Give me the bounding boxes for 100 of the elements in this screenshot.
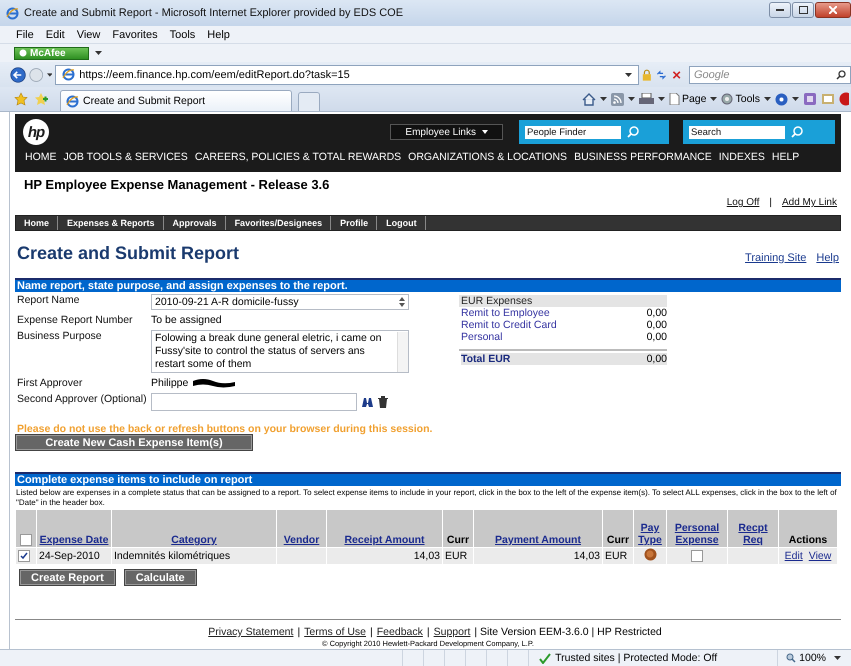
report-name-field[interactable]: 2010-09-21 A-R domicile-fussy [151, 294, 409, 310]
maximize-button[interactable] [792, 2, 814, 18]
minimize-button[interactable] [769, 2, 791, 18]
hp-logo[interactable]: hp [23, 119, 49, 145]
caret-icon [764, 97, 771, 101]
section-header: Complete expense items to include on report [15, 472, 841, 486]
search-icon [836, 70, 846, 80]
action-link[interactable]: Edit [784, 550, 803, 562]
summary-label: Remit to Credit Card [461, 319, 557, 331]
personal-expense-checkbox[interactable] [691, 550, 703, 562]
summary-label: Remit to Employee [461, 307, 550, 319]
table-cell: 14,03 [327, 548, 442, 564]
action-button[interactable]: Calculate [124, 570, 196, 585]
zoom-icon [786, 653, 796, 663]
lock-icon [642, 68, 652, 82]
page-link[interactable]: Help [816, 252, 839, 264]
help-icon[interactable] [775, 92, 788, 106]
footer-text: | [297, 626, 300, 638]
page-menu[interactable]: Page [668, 93, 706, 105]
table-cell: Indemnités kilométriques [112, 548, 276, 564]
close-button[interactable] [815, 2, 851, 18]
menu-item[interactable]: Help [207, 28, 230, 40]
employee-links-dropdown[interactable]: Employee Links [390, 124, 503, 140]
caret-icon [658, 97, 665, 101]
user-link[interactable]: Log Off [726, 197, 760, 211]
caret-icon [600, 97, 607, 101]
binoculars-icon[interactable] [361, 396, 374, 408]
table-cell: EUR [443, 548, 473, 564]
select-all-checkbox[interactable] [20, 534, 32, 546]
footer-link[interactable]: Feedback [376, 626, 423, 638]
menu-item[interactable]: Edit [46, 28, 65, 40]
footer-link[interactable]: Support [434, 626, 470, 638]
total-label: Total EUR [461, 353, 627, 365]
page-link[interactable]: Training Site [745, 252, 806, 264]
separator-text: | [769, 197, 772, 210]
row-checkbox[interactable] [18, 550, 30, 562]
feed-icon[interactable] [610, 92, 624, 106]
browser-icon [66, 94, 79, 108]
page-icon [668, 93, 680, 105]
home-icon[interactable] [582, 92, 596, 106]
search-field[interactable]: Google [689, 66, 851, 84]
security-zone-text: Trusted sites | Protected Mode: Off [555, 652, 718, 664]
caret-icon [834, 656, 841, 660]
field-label: Business Purpose [16, 330, 103, 344]
field-value: To be assigned [151, 314, 223, 326]
instructions-text: Listed below are expenses in a complete status that can be assigned to a report. To select expense items to include in your report, click in the box to the left of the expense item(s). To select ALL expenses, click in the box to the left of "Date" in the header box. [15, 487, 838, 508]
column-header: Curr [446, 534, 470, 546]
warning-text: Please do not use the back or refresh buttons on your browser during this session. [16, 423, 434, 435]
nav-link[interactable]: INDEXES [718, 151, 765, 163]
zoom-control[interactable]: 100% [777, 650, 834, 666]
total-value: 0,00 [626, 353, 667, 365]
favorites-star-icon[interactable] [14, 92, 28, 106]
redaction-mark [192, 378, 236, 388]
footer-text: | [426, 626, 430, 638]
approver-field[interactable] [151, 393, 357, 411]
purpose-field[interactable]: Folowing a break dune general eletric, i came on Fussy'site to control the status of servers ans restart some of them [151, 330, 409, 373]
people-finder-box[interactable]: People Finder [519, 120, 669, 144]
caret-icon [625, 72, 632, 76]
footer-link[interactable]: Terms of Use [304, 626, 366, 638]
user-link[interactable]: Add My Link [782, 197, 837, 211]
action-button[interactable]: Create Report [20, 570, 115, 585]
gear-icon [721, 93, 734, 105]
footer-text: | Site Version EEM-3.6.0 | HP Restricted [474, 626, 662, 638]
summary-title: EUR Expenses [459, 295, 667, 307]
print-icon[interactable] [638, 92, 654, 106]
nav-link[interactable]: BUSINESS PERFORMANCE [574, 151, 712, 163]
browser-tab[interactable]: Create and Submit Report [60, 90, 292, 111]
nav-link[interactable]: HELP [772, 151, 800, 163]
menu-item[interactable]: Tools [170, 28, 196, 40]
field-label: Second Approver (Optional) [16, 393, 148, 407]
action-link[interactable]: View [808, 550, 832, 562]
dropdown-caret-icon [94, 51, 102, 55]
new-expense-button[interactable]: Create New Cash Expense Item(s) [16, 435, 252, 450]
menu-item[interactable]: Favorites [112, 28, 158, 40]
window-title: Create and Submit Report - Microsoft Internet Explorer provided by EDS COE [24, 7, 404, 19]
nav-link[interactable]: HOME [25, 151, 56, 163]
site-search-box[interactable]: Search [683, 120, 835, 144]
field-label: First Approver [16, 377, 84, 389]
search-icon[interactable] [627, 126, 639, 138]
circle-icon [19, 49, 27, 57]
summary-value: 0,00 [646, 319, 667, 331]
menu-item[interactable]: View [76, 28, 100, 40]
footer-link[interactable]: Privacy Statement [208, 626, 294, 638]
nav-link[interactable]: JOB TOOLS & SERVICES [64, 151, 188, 163]
nav-link[interactable]: CAREERS, POLICIES & TOTAL REWARDS [194, 151, 402, 163]
back-icon[interactable] [10, 64, 26, 84]
trash-icon[interactable] [378, 396, 388, 408]
browser-icon [6, 6, 19, 20]
search-icon[interactable] [791, 126, 803, 138]
summary-label: Personal [461, 331, 502, 343]
field-label: Expense Report Number [16, 314, 134, 326]
nav-link[interactable]: ORGANIZATIONS & LOCATIONS [408, 151, 568, 163]
menu-item[interactable]: File [16, 28, 34, 40]
tools-menu[interactable]: Tools [721, 93, 760, 105]
field-label: Report Name [16, 294, 80, 308]
summary-value: 0,00 [646, 307, 667, 319]
app-title: HP Employee Expense Management - Release 3.6 [23, 176, 330, 194]
address-field[interactable]: https://eem.finance.hp.com/eem/editReport.do?task=15 [55, 64, 640, 84]
footer-text: | [370, 626, 373, 638]
add-favorite-icon[interactable] [34, 92, 48, 106]
